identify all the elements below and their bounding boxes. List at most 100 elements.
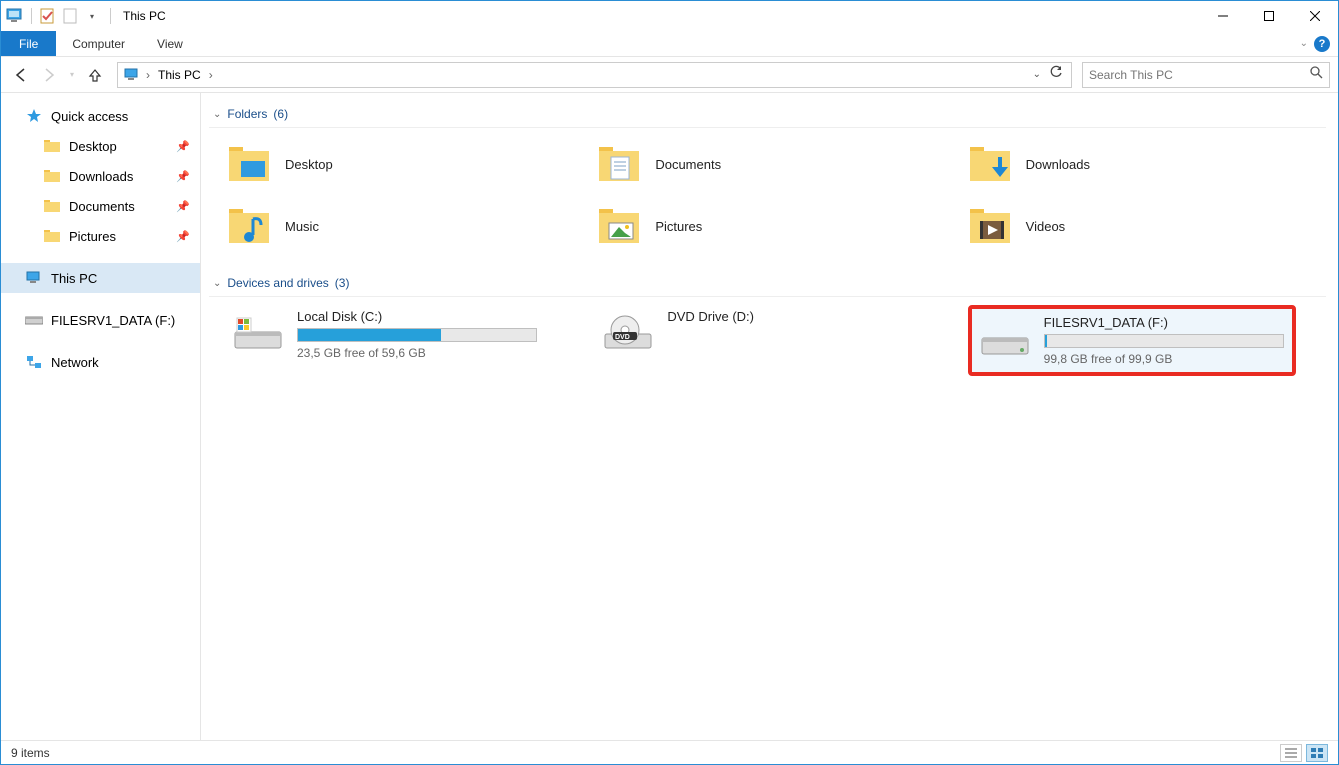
folder-videos[interactable]: Videos xyxy=(968,198,1326,254)
folder-documents[interactable]: Documents xyxy=(597,136,955,192)
drive-capacity-bar xyxy=(1044,334,1284,348)
ribbon: File Computer View ⌄ ? xyxy=(1,31,1338,57)
folder-label: Music xyxy=(285,219,319,234)
ribbon-tab-file[interactable]: File xyxy=(1,31,56,56)
sidebar-network[interactable]: Network xyxy=(1,347,200,377)
sidebar-item-documents[interactable]: Documents 📌 xyxy=(1,191,200,221)
desktop-folder-icon xyxy=(227,142,271,186)
network-icon xyxy=(25,353,43,371)
pc-icon xyxy=(25,269,43,287)
sidebar-quick-access-label: Quick access xyxy=(51,109,128,124)
sidebar-network-label: Network xyxy=(51,355,99,370)
sidebar-quick-access[interactable]: Quick access xyxy=(1,101,200,131)
pin-icon: 📌 xyxy=(176,200,190,213)
folder-label: Videos xyxy=(1026,219,1066,234)
sidebar-item-label: Desktop xyxy=(69,139,117,154)
folder-label: Pictures xyxy=(655,219,702,234)
folder-desktop[interactable]: Desktop xyxy=(227,136,585,192)
hdd-icon xyxy=(980,315,1030,365)
breadcrumb-this-pc[interactable]: This PC xyxy=(154,68,205,82)
chevron-down-icon: ⌄ xyxy=(213,109,221,120)
search-input[interactable] xyxy=(1089,68,1309,82)
drive-status: 99,8 GB free of 99,9 GB xyxy=(1044,352,1284,366)
window-title: This PC xyxy=(115,9,166,23)
drive-filesrv1-f[interactable]: FILESRV1_DATA (F:) 99,8 GB free of 99,9 … xyxy=(968,305,1296,376)
drive-title: DVD Drive (D:) xyxy=(667,309,901,324)
folder-icon xyxy=(43,227,61,245)
refresh-icon[interactable] xyxy=(1049,65,1063,84)
dvd-drive-icon: DVD xyxy=(603,309,653,359)
help-icon[interactable]: ? xyxy=(1314,36,1330,52)
close-button[interactable] xyxy=(1292,1,1338,31)
folder-icon xyxy=(43,167,61,185)
back-button[interactable] xyxy=(9,63,33,87)
drive-local-c[interactable]: Local Disk (C:) 23,5 GB free of 59,6 GB xyxy=(227,305,537,376)
section-count: (3) xyxy=(335,276,350,290)
sidebar-mapped-drive-label: FILESRV1_DATA (F:) xyxy=(51,313,175,328)
folder-label: Documents xyxy=(655,157,721,172)
drive-title: FILESRV1_DATA (F:) xyxy=(1044,315,1284,330)
up-button[interactable] xyxy=(83,63,107,87)
ribbon-tab-computer[interactable]: Computer xyxy=(56,31,141,56)
drive-title: Local Disk (C:) xyxy=(297,309,537,324)
sidebar-item-pictures[interactable]: Pictures 📌 xyxy=(1,221,200,251)
sidebar-mapped-drive[interactable]: FILESRV1_DATA (F:) xyxy=(1,305,200,335)
minimize-button[interactable] xyxy=(1200,1,1246,31)
status-bar: 9 items xyxy=(1,740,1338,764)
folder-label: Desktop xyxy=(285,157,333,172)
content-area: ⌄ Folders (6) Desktop Documents Download… xyxy=(201,93,1338,740)
pictures-folder-icon xyxy=(597,204,641,248)
sidebar-item-desktop[interactable]: Desktop 📌 xyxy=(1,131,200,161)
sidebar-this-pc[interactable]: This PC xyxy=(1,263,200,293)
system-icon[interactable] xyxy=(5,6,25,26)
ribbon-expand-icon[interactable]: ⌄ xyxy=(1300,38,1308,49)
forward-button[interactable] xyxy=(37,63,61,87)
ribbon-tab-view[interactable]: View xyxy=(141,31,199,56)
folder-downloads[interactable]: Downloads xyxy=(968,136,1326,192)
recent-locations-button[interactable]: ▾ xyxy=(65,63,79,87)
navigation-bar: ▾ › This PC › ⌄ xyxy=(1,57,1338,93)
pin-icon: 📌 xyxy=(176,140,190,153)
view-tiles-button[interactable] xyxy=(1306,744,1328,762)
section-header-drives[interactable]: ⌄ Devices and drives (3) xyxy=(209,270,1326,297)
status-text: 9 items xyxy=(11,746,50,760)
search-box[interactable] xyxy=(1082,62,1330,88)
downloads-folder-icon xyxy=(968,142,1012,186)
section-title: Devices and drives xyxy=(227,276,328,290)
section-title: Folders xyxy=(227,107,267,121)
address-pc-icon xyxy=(122,65,142,85)
maximize-button[interactable] xyxy=(1246,1,1292,31)
qat-blank-icon[interactable] xyxy=(60,6,80,26)
drive-status: 23,5 GB free of 59,6 GB xyxy=(297,346,537,360)
documents-folder-icon xyxy=(597,142,641,186)
chevron-down-icon: ⌄ xyxy=(213,278,221,289)
drive-capacity-bar xyxy=(297,328,537,342)
folder-pictures[interactable]: Pictures xyxy=(597,198,955,254)
address-history-icon[interactable]: ⌄ xyxy=(1033,69,1041,80)
drive-icon xyxy=(25,311,43,329)
sidebar-item-downloads[interactable]: Downloads 📌 xyxy=(1,161,200,191)
sidebar-item-label: Downloads xyxy=(69,169,133,184)
hdd-icon xyxy=(233,309,283,359)
qat-properties-icon[interactable] xyxy=(38,6,58,26)
navigation-pane: Quick access Desktop 📌 Downloads 📌 Docum… xyxy=(1,93,201,740)
sidebar-item-label: Documents xyxy=(69,199,135,214)
title-bar: ▾ This PC xyxy=(1,1,1338,31)
star-icon xyxy=(25,107,43,125)
qat-dropdown-icon[interactable]: ▾ xyxy=(82,6,102,26)
pin-icon: 📌 xyxy=(176,170,190,183)
pin-icon: 📌 xyxy=(176,230,190,243)
videos-folder-icon xyxy=(968,204,1012,248)
folder-music[interactable]: Music xyxy=(227,198,585,254)
folder-label: Downloads xyxy=(1026,157,1090,172)
drive-dvd-d[interactable]: DVD DVD Drive (D:) xyxy=(597,305,907,376)
folder-icon xyxy=(43,137,61,155)
svg-text:DVD: DVD xyxy=(615,334,630,341)
view-details-button[interactable] xyxy=(1280,744,1302,762)
music-folder-icon xyxy=(227,204,271,248)
search-icon[interactable] xyxy=(1309,65,1323,84)
section-count: (6) xyxy=(273,107,288,121)
address-bar[interactable]: › This PC › ⌄ xyxy=(117,62,1072,88)
sidebar-item-label: Pictures xyxy=(69,229,116,244)
section-header-folders[interactable]: ⌄ Folders (6) xyxy=(209,101,1326,128)
